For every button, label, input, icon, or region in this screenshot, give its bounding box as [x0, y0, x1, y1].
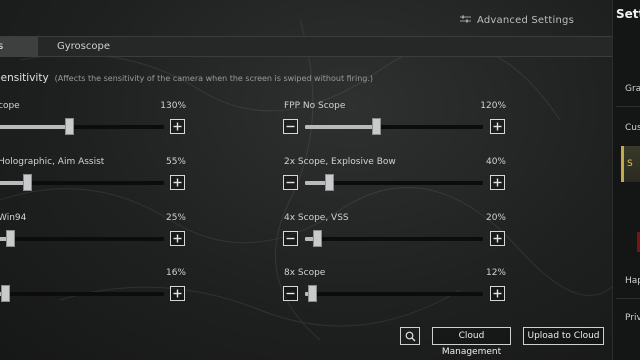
settings-screen: Advanced Settings s Gyroscope Sensitivit…	[0, 0, 640, 360]
search-button[interactable]	[400, 327, 420, 345]
slider-track[interactable]	[0, 174, 164, 191]
slider-track[interactable]	[0, 118, 164, 135]
slider-handle[interactable]	[65, 118, 74, 135]
slider-track[interactable]	[305, 118, 483, 135]
search-icon	[405, 331, 415, 341]
slider-value: 130%	[160, 101, 186, 111]
slider-handle[interactable]	[313, 230, 322, 247]
bottom-bar: Cloud Management Upload to Cloud	[0, 320, 612, 360]
plus-icon	[173, 122, 182, 131]
side-divider	[616, 106, 640, 107]
minus-icon	[286, 125, 295, 128]
section-note: (Affects the sensitivity of the camera w…	[54, 74, 373, 83]
slider-value: 40%	[485, 157, 506, 167]
slider-track[interactable]	[0, 230, 164, 247]
slider-value: 12%	[485, 268, 506, 278]
side-item-controls[interactable]: Cust	[625, 123, 640, 133]
decrease-button[interactable]	[283, 286, 298, 301]
top-bar: Advanced Settings	[0, 0, 612, 36]
slider-handle[interactable]	[6, 230, 15, 247]
panel-title: Setti	[616, 7, 640, 21]
slider-label: 2x Scope, Explosive Bow	[284, 157, 396, 167]
tab-bar: s Gyroscope	[0, 36, 612, 57]
side-item-sensitivity[interactable]: S	[621, 146, 640, 182]
section-heading: Sensitivity (Affects the sensitivity of t…	[0, 72, 373, 84]
cloud-management-button[interactable]: Cloud Management	[432, 327, 511, 357]
slider-value: 16%	[165, 268, 186, 278]
decrease-button[interactable]	[283, 175, 298, 190]
settings-side-panel: Setti Gra Cust S Hap Priv	[612, 0, 640, 360]
decrease-button[interactable]	[283, 231, 298, 246]
slider-handle[interactable]	[1, 285, 10, 302]
increase-button[interactable]	[490, 231, 505, 246]
slider-track[interactable]	[305, 174, 483, 191]
decrease-button[interactable]	[283, 119, 298, 134]
section-title: Sensitivity	[0, 72, 49, 84]
increase-button[interactable]	[170, 231, 185, 246]
slider-track[interactable]	[305, 230, 483, 247]
side-item-privacy[interactable]: Priv	[625, 313, 640, 323]
increase-button[interactable]	[490, 175, 505, 190]
tab-gyroscope[interactable]: Gyroscope	[57, 37, 110, 57]
slider-label: Holographic, Aim Assist	[0, 157, 105, 167]
plus-icon	[493, 122, 502, 131]
advanced-settings-button[interactable]: Advanced Settings	[460, 12, 574, 28]
minus-icon	[286, 181, 295, 184]
slider-value: 55%	[165, 157, 186, 167]
side-item-haptics[interactable]: Hap	[625, 276, 640, 286]
increase-button[interactable]	[490, 286, 505, 301]
slider-handle[interactable]	[372, 118, 381, 135]
plus-icon	[493, 178, 502, 187]
minus-icon	[286, 292, 295, 295]
plus-icon	[493, 234, 502, 243]
plus-icon	[173, 234, 182, 243]
advanced-settings-label: Advanced Settings	[477, 14, 574, 26]
slider-value: 25%	[165, 213, 186, 223]
increase-button[interactable]	[170, 286, 185, 301]
tab-camera[interactable]: s	[0, 37, 38, 57]
slider-value: 120%	[480, 101, 506, 111]
slider-fill	[305, 125, 376, 129]
slider-handle[interactable]	[23, 174, 32, 191]
slider-handle[interactable]	[308, 285, 317, 302]
sliders-icon	[460, 15, 471, 23]
plus-icon	[173, 178, 182, 187]
side-item-graphics[interactable]: Gra	[625, 84, 640, 94]
upload-to-cloud-button[interactable]: Upload to Cloud	[523, 327, 604, 345]
slider-value: 20%	[485, 213, 506, 223]
side-divider	[616, 298, 640, 299]
increase-button[interactable]	[490, 119, 505, 134]
slider-track[interactable]	[0, 285, 164, 302]
minus-icon	[286, 237, 295, 240]
plus-icon	[173, 289, 182, 298]
increase-button[interactable]	[170, 119, 185, 134]
increase-button[interactable]	[170, 175, 185, 190]
slider-fill	[0, 125, 69, 129]
plus-icon	[493, 289, 502, 298]
slider-label: cope	[0, 101, 20, 111]
slider-track[interactable]	[305, 285, 483, 302]
slider-handle[interactable]	[325, 174, 334, 191]
